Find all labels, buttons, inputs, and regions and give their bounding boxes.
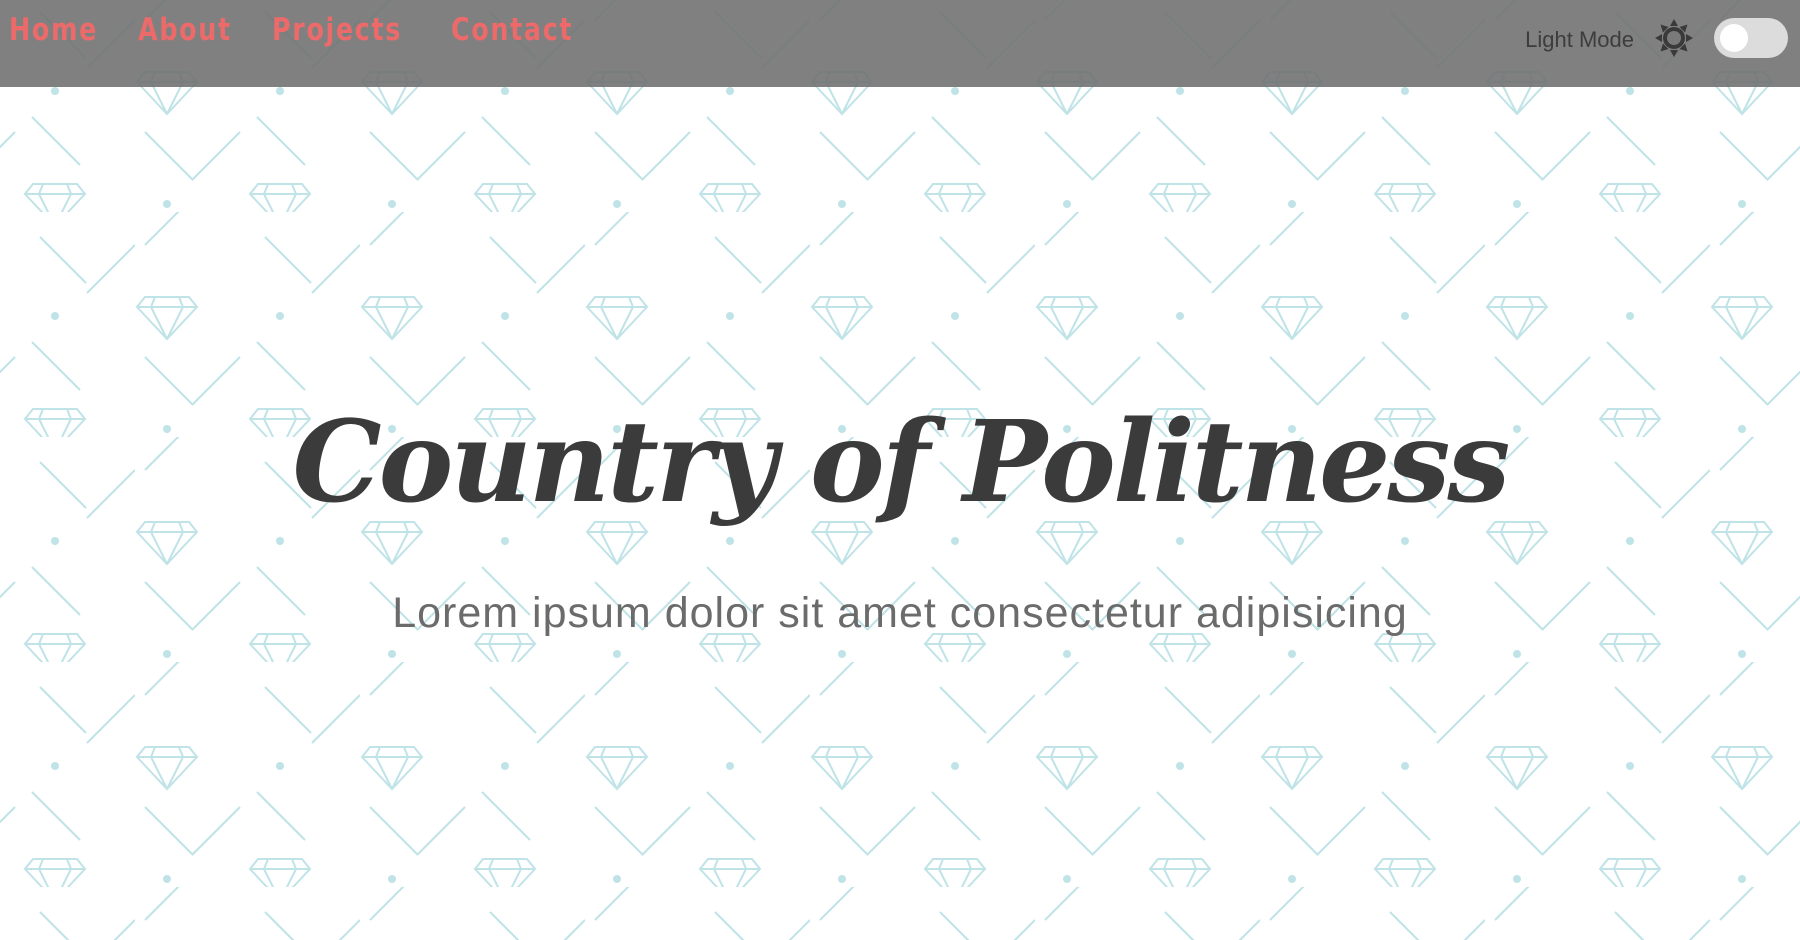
- hero-subtitle: Lorem ipsum dolor sit amet consectetur a…: [392, 589, 1408, 637]
- nav-link-contact[interactable]: Contact: [451, 12, 573, 48]
- nav-link-about[interactable]: About: [138, 12, 232, 48]
- hero-section: Country of Politness Lorem ipsum dolor s…: [0, 87, 1800, 940]
- sun-icon: [1655, 19, 1693, 57]
- page: Home About Projects Contact Light Mode C…: [0, 0, 1800, 940]
- toggle-knob: [1720, 24, 1748, 52]
- hero-title: Country of Politness: [292, 397, 1511, 528]
- mode-label: Light Mode: [1525, 27, 1634, 52]
- top-navbar: Home About Projects Contact Light Mode: [0, 0, 1800, 87]
- nav-link-home[interactable]: Home: [9, 12, 98, 48]
- theme-toggle[interactable]: [1714, 18, 1788, 58]
- nav-link-projects[interactable]: Projects: [272, 12, 402, 48]
- nav-links: Home About Projects Contact: [0, 0, 586, 48]
- theme-switcher: Light Mode: [1525, 0, 1800, 58]
